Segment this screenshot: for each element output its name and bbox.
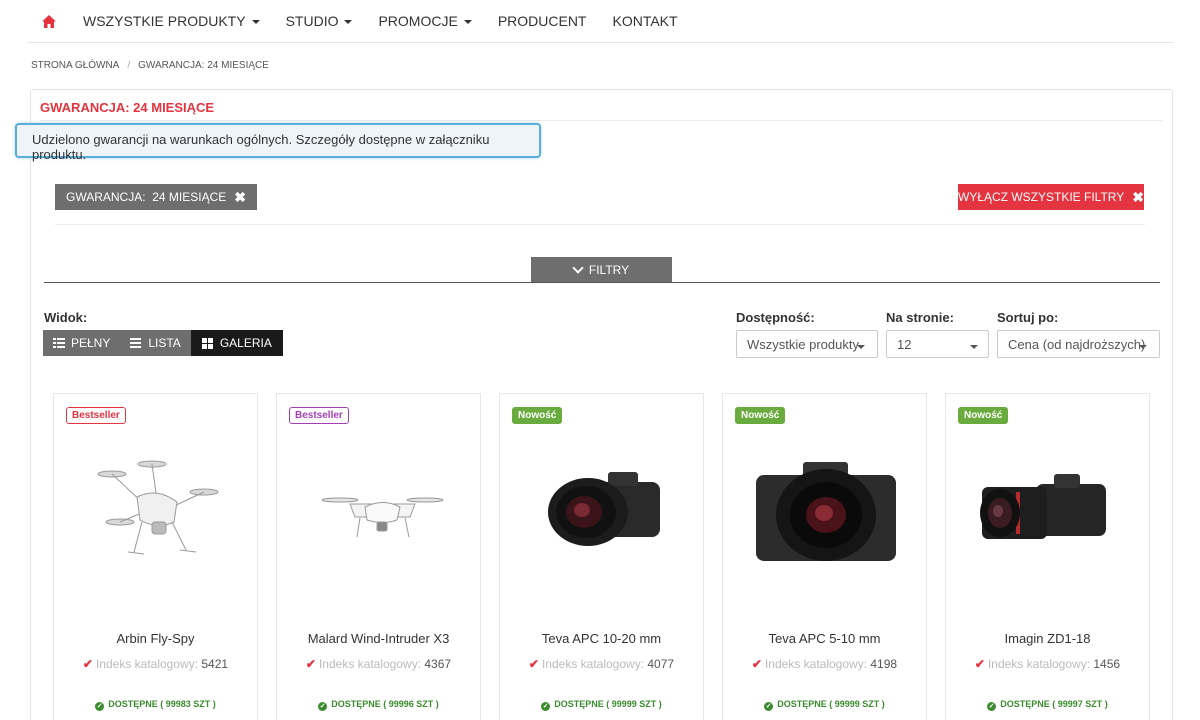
product-card[interactable]: Nowość Imagin ZD1-18 ✔ Indeks katalogowy:… (945, 393, 1150, 720)
grid-icon (201, 337, 213, 349)
product-card[interactable]: Bestseller Arbin Fly-Spy ✔ Indeks katalog… (53, 393, 258, 720)
tooltip: Udzielono gwarancji na warunkach ogólnyc… (15, 123, 541, 162)
breadcrumb-home-link[interactable]: STRONA GŁÓWNA (31, 60, 119, 71)
checkmark-icon: ✔ (82, 657, 93, 671)
check-circle-icon: ✓ (764, 702, 774, 711)
check-circle-icon: ✓ (95, 702, 105, 711)
product-name[interactable]: Teva APC 5-10 mm (723, 631, 926, 646)
list-detailed-icon (53, 338, 65, 348)
divider (40, 120, 1162, 121)
per-page-select[interactable]: 12 (886, 330, 989, 358)
clear-all-filters-label: WYŁĄCZ WSZYSTKIE FILTRY (958, 190, 1125, 204)
product-stock: ✓ DOSTĘPNE ( 99999 SZT ) (764, 699, 885, 711)
chevron-down-icon (572, 261, 584, 274)
product-image-drone[interactable] (74, 449, 239, 574)
chevron-down-icon (1139, 345, 1147, 349)
nav-producer[interactable]: PRODUCENT (485, 0, 600, 43)
new-badge: Nowość (735, 407, 786, 424)
active-filter-chip[interactable]: GWARANCJA: 24 MIESIĄCE ✖ (55, 184, 257, 210)
new-badge: Nowość (512, 407, 563, 424)
nav-studio[interactable]: STUDIO (273, 0, 366, 43)
check-circle-icon: ✓ (318, 702, 328, 711)
product-index: ✔ Indeks katalogowy: 1456 (974, 657, 1121, 671)
close-icon: ✖ (234, 189, 246, 205)
check-circle-icon: ✓ (987, 702, 997, 711)
breadcrumb: STRONA GŁÓWNA / GWARANCJA: 24 MIESIĄCE (31, 60, 269, 71)
list-icon (130, 338, 142, 348)
product-index: ✔ Indeks katalogowy: 4077 (528, 657, 675, 671)
filters-toggle-label: FILTRY (588, 262, 630, 277)
product-stock: ✓ DOSTĘPNE ( 99999 SZT ) (541, 699, 662, 711)
product-name[interactable]: Arbin Fly-Spy (54, 631, 257, 646)
bestseller-badge: Bestseller (66, 407, 126, 424)
nav-all-products[interactable]: WSZYSTKIE PRODUKTY (70, 0, 273, 43)
chevron-down-icon (251, 20, 260, 24)
close-icon: ✖ (1132, 189, 1144, 205)
clear-all-filters-button[interactable]: WYŁĄCZ WSZYSTKIE FILTRY ✖ (958, 184, 1144, 210)
product-name[interactable]: Teva APC 10-20 mm (500, 631, 703, 646)
product-card[interactable]: Nowość Teva APC 5-10 mm ✔ Indeks katalogo… (722, 393, 927, 720)
divider (44, 282, 1160, 283)
nav-promotions[interactable]: PROMOCJE (365, 0, 484, 43)
breadcrumb-separator: / (127, 60, 131, 71)
product-image-camera[interactable] (743, 449, 908, 574)
availability-select[interactable]: Wszystkie produkty (736, 330, 878, 358)
product-stock: ✓ DOSTĘPNE ( 99997 SZT ) (987, 699, 1108, 711)
view-full-button[interactable]: PEŁNY (43, 330, 121, 356)
checkmark-icon: ✔ (528, 657, 539, 671)
chevron-down-icon (463, 20, 472, 24)
home-icon[interactable] (28, 0, 70, 43)
view-gallery-button[interactable]: GALERIA (190, 330, 283, 356)
filters-toggle-button[interactable]: FILTRY (531, 257, 672, 282)
bestseller-badge: Bestseller (289, 407, 349, 424)
new-badge: Nowość (958, 407, 1009, 424)
product-name[interactable]: Imagin ZD1-18 (946, 631, 1149, 646)
product-index: ✔ Indeks katalogowy: 5421 (82, 657, 229, 671)
product-image-camera[interactable] (966, 449, 1131, 574)
view-switcher: PEŁNY LISTA GALERIA (43, 330, 283, 356)
view-list-button[interactable]: LISTA (120, 330, 191, 356)
sort-label: Sortuj po: (997, 310, 1059, 325)
checkmark-icon: ✔ (974, 657, 985, 671)
product-index: ✔ Indeks katalogowy: 4198 (751, 657, 898, 671)
breadcrumb-current: GWARANCJA: 24 MIESIĄCE (138, 60, 269, 71)
checkmark-icon: ✔ (305, 657, 316, 671)
product-image-drone[interactable] (297, 449, 462, 574)
checkmark-icon: ✔ (751, 657, 762, 671)
availability-label: Dostępność: (736, 310, 815, 325)
page-title: GWARANCJA: 24 MIESIĄCE (40, 100, 215, 115)
chevron-down-icon (344, 20, 353, 24)
product-card[interactable]: Nowość Teva APC 10-20 mm ✔ Indeks katalog… (499, 393, 704, 720)
divider (55, 224, 1145, 225)
product-name[interactable]: Malard Wind-Intruder X3 (277, 631, 480, 646)
per-page-label: Na stronie: (886, 310, 954, 325)
product-image-camera[interactable] (520, 449, 685, 574)
product-stock: ✓ DOSTĘPNE ( 99983 SZT ) (95, 699, 216, 711)
chevron-down-icon (857, 345, 865, 349)
nav-contact[interactable]: KONTAKT (599, 0, 690, 43)
check-circle-icon: ✓ (541, 702, 551, 711)
chevron-down-icon (970, 345, 978, 349)
view-label: Widok: (44, 310, 88, 325)
product-card[interactable]: Bestseller Malard Wind-Intruder X3 ✔ Inde… (276, 393, 481, 720)
top-navigation: WSZYSTKIE PRODUKTY STUDIO PROMOCJE PRODU… (28, 0, 1173, 43)
active-filter-label: GWARANCJA: 24 MIESIĄCE (66, 190, 227, 204)
product-stock: ✓ DOSTĘPNE ( 99996 SZT ) (318, 699, 439, 711)
sort-select[interactable]: Cena (od najdroższych) (997, 330, 1160, 358)
product-index: ✔ Indeks katalogowy: 4367 (305, 657, 452, 671)
